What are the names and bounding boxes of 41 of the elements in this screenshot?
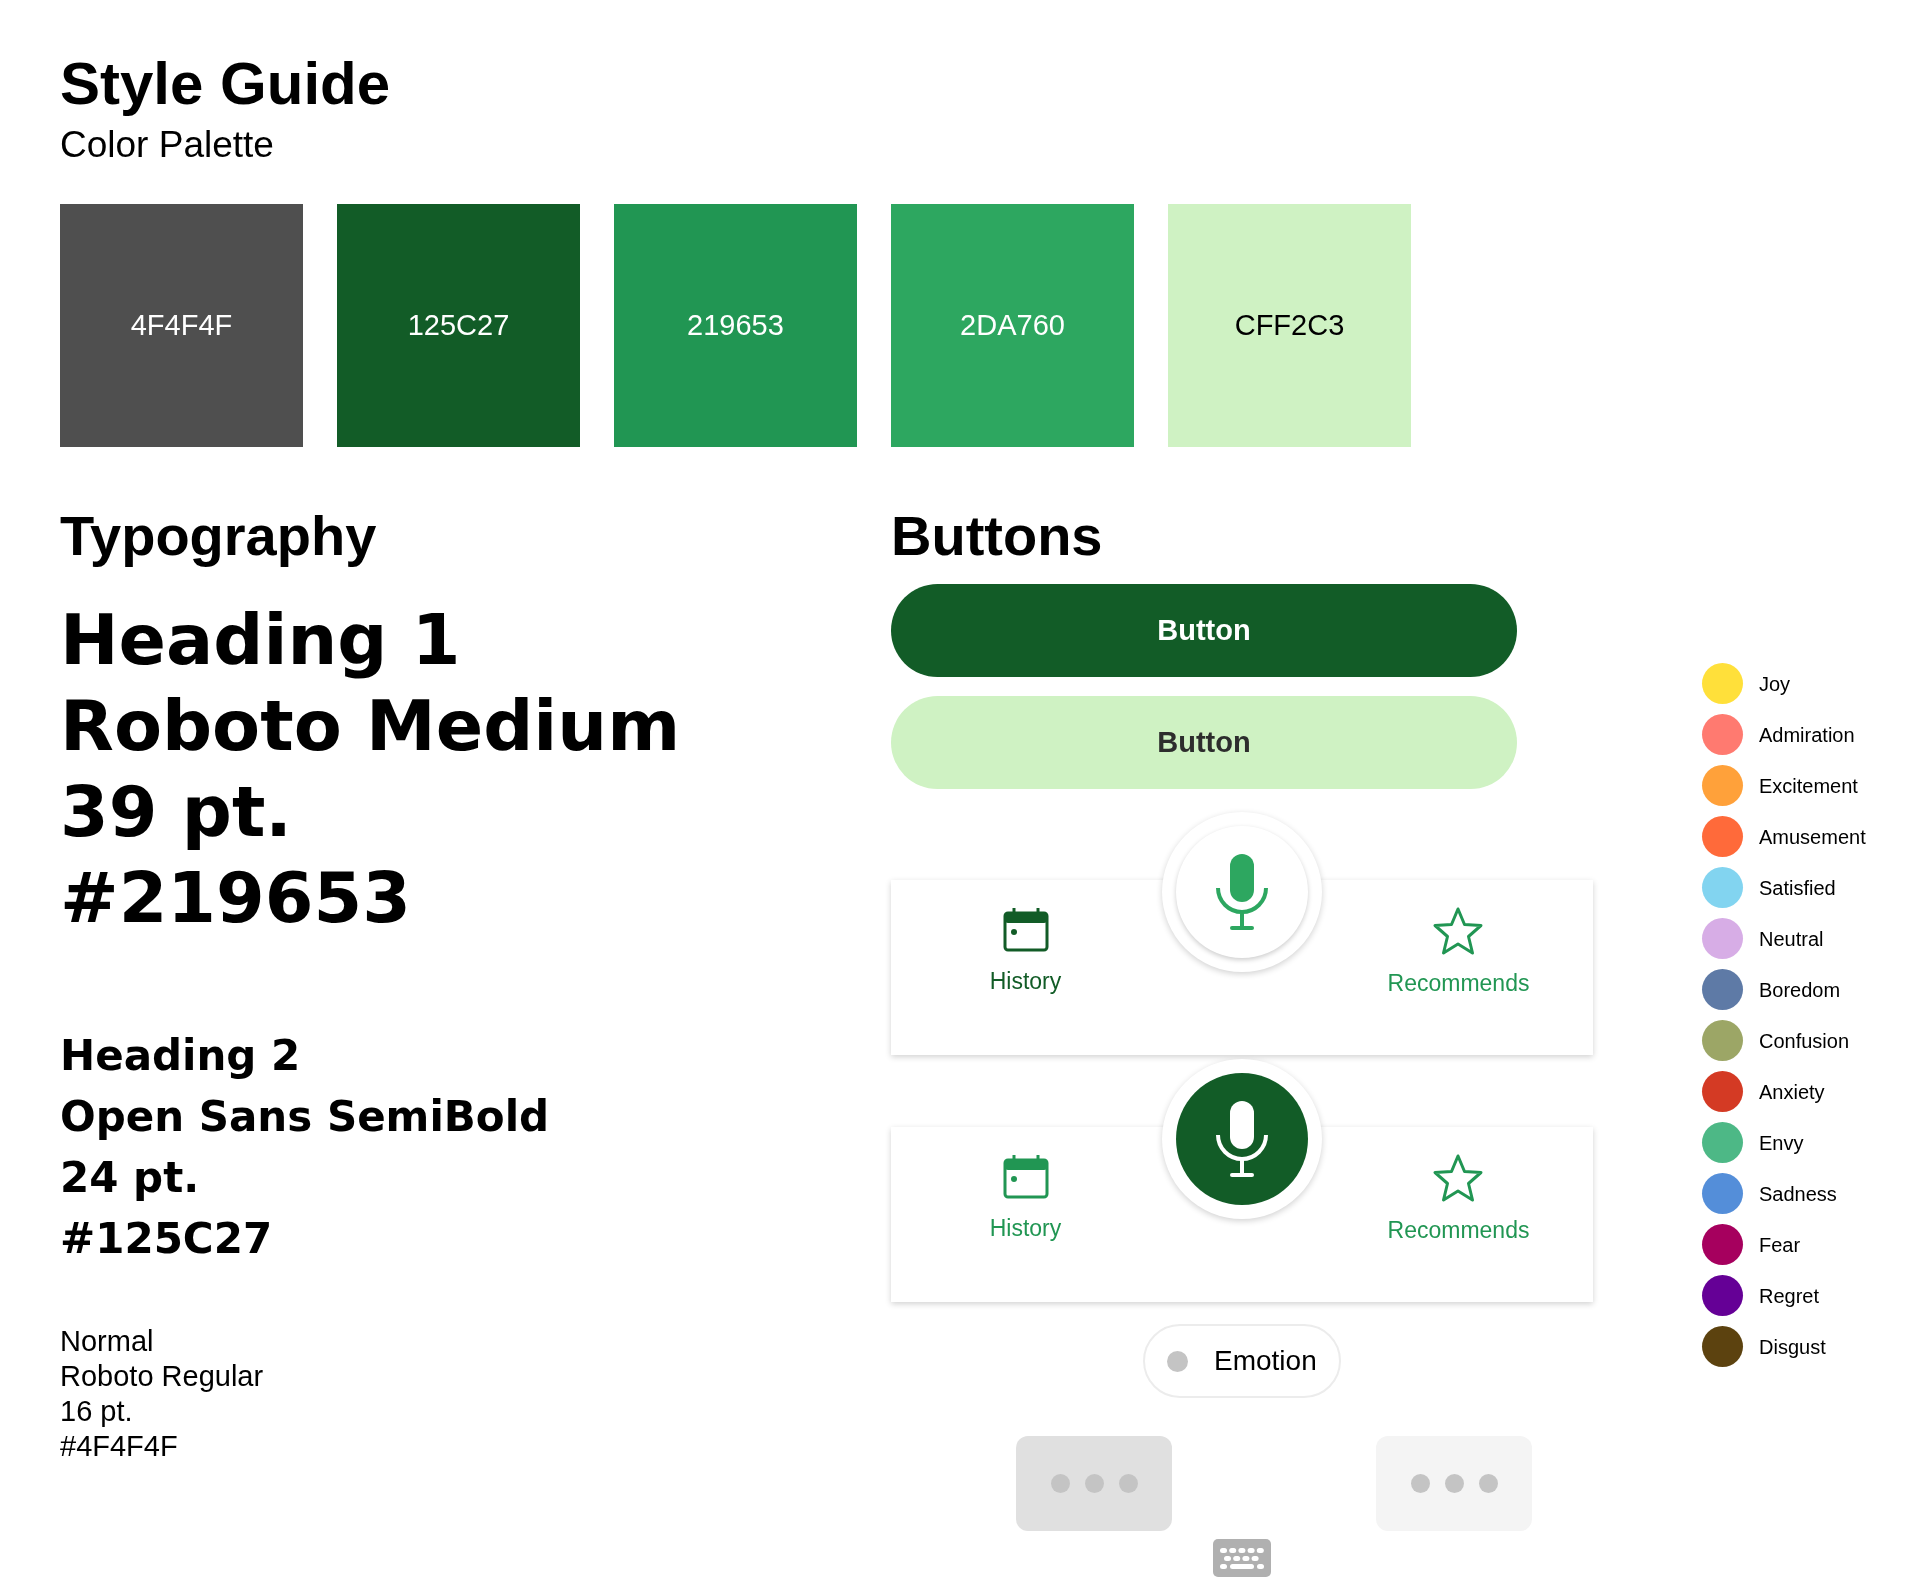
emotion-label: Boredom [1759, 977, 1841, 1003]
section-heading: Buttons [891, 503, 1103, 569]
color-swatch: 125C27 [337, 204, 580, 447]
calendar-icon [1001, 1153, 1050, 1201]
emotion-label: Neutral [1759, 926, 1824, 952]
emotion-label: Regret [1759, 1283, 1820, 1309]
star-icon [1432, 906, 1485, 956]
calendar-icon [1001, 906, 1050, 954]
emotion-label: Disgust [1759, 1334, 1826, 1360]
nav-tab[interactable]: History [989, 906, 1062, 999]
emotion-label: Anxiety [1759, 1079, 1825, 1105]
emotion-label: Sadness [1759, 1181, 1837, 1207]
pill-button[interactable]: Button [891, 584, 1517, 677]
emotion-label: Satisfied [1759, 875, 1836, 901]
nav-tab[interactable]: Recommends [1387, 906, 1530, 1001]
emotion-label: Fear [1759, 1232, 1801, 1258]
typography-sample: Heading 1 Roboto Medium 39 pt. #219653 [60, 598, 681, 941]
pill-button[interactable]: Button [891, 696, 1517, 789]
emotion-chip[interactable]: Emotion [1143, 1324, 1341, 1398]
emotion-label: Excitement [1759, 773, 1858, 799]
emotion-label: Envy [1759, 1130, 1804, 1156]
color-swatch: 2DA760 [891, 204, 1134, 447]
section-heading: Typography [60, 503, 377, 569]
microphone-icon [1214, 1099, 1270, 1179]
emotion-label: Amusement [1759, 824, 1866, 850]
microphone-button[interactable] [1176, 1073, 1308, 1205]
keyboard-icon[interactable] [1213, 1539, 1271, 1577]
typography-sample: Heading 2 Open Sans SemiBold 24 pt. #125C27 [60, 1030, 550, 1265]
section-subtitle: Color Palette [60, 123, 274, 167]
color-swatch: 219653 [614, 204, 857, 447]
star-icon [1432, 1153, 1485, 1203]
microphone-icon [1214, 852, 1270, 932]
color-swatch: 4F4F4F [60, 204, 303, 447]
emotion-label: Joy [1759, 671, 1791, 697]
emotion-label: Admiration [1759, 722, 1855, 748]
page-title: Style Guide [60, 49, 391, 119]
emotion-label: Confusion [1759, 1028, 1850, 1054]
nav-tab[interactable]: History [989, 1153, 1062, 1246]
typography-sample: Normal Roboto Regular 16 pt. #4F4F4F [60, 1324, 264, 1464]
color-swatch: CFF2C3 [1168, 204, 1411, 447]
nav-tab[interactable]: Recommends [1387, 1153, 1530, 1248]
